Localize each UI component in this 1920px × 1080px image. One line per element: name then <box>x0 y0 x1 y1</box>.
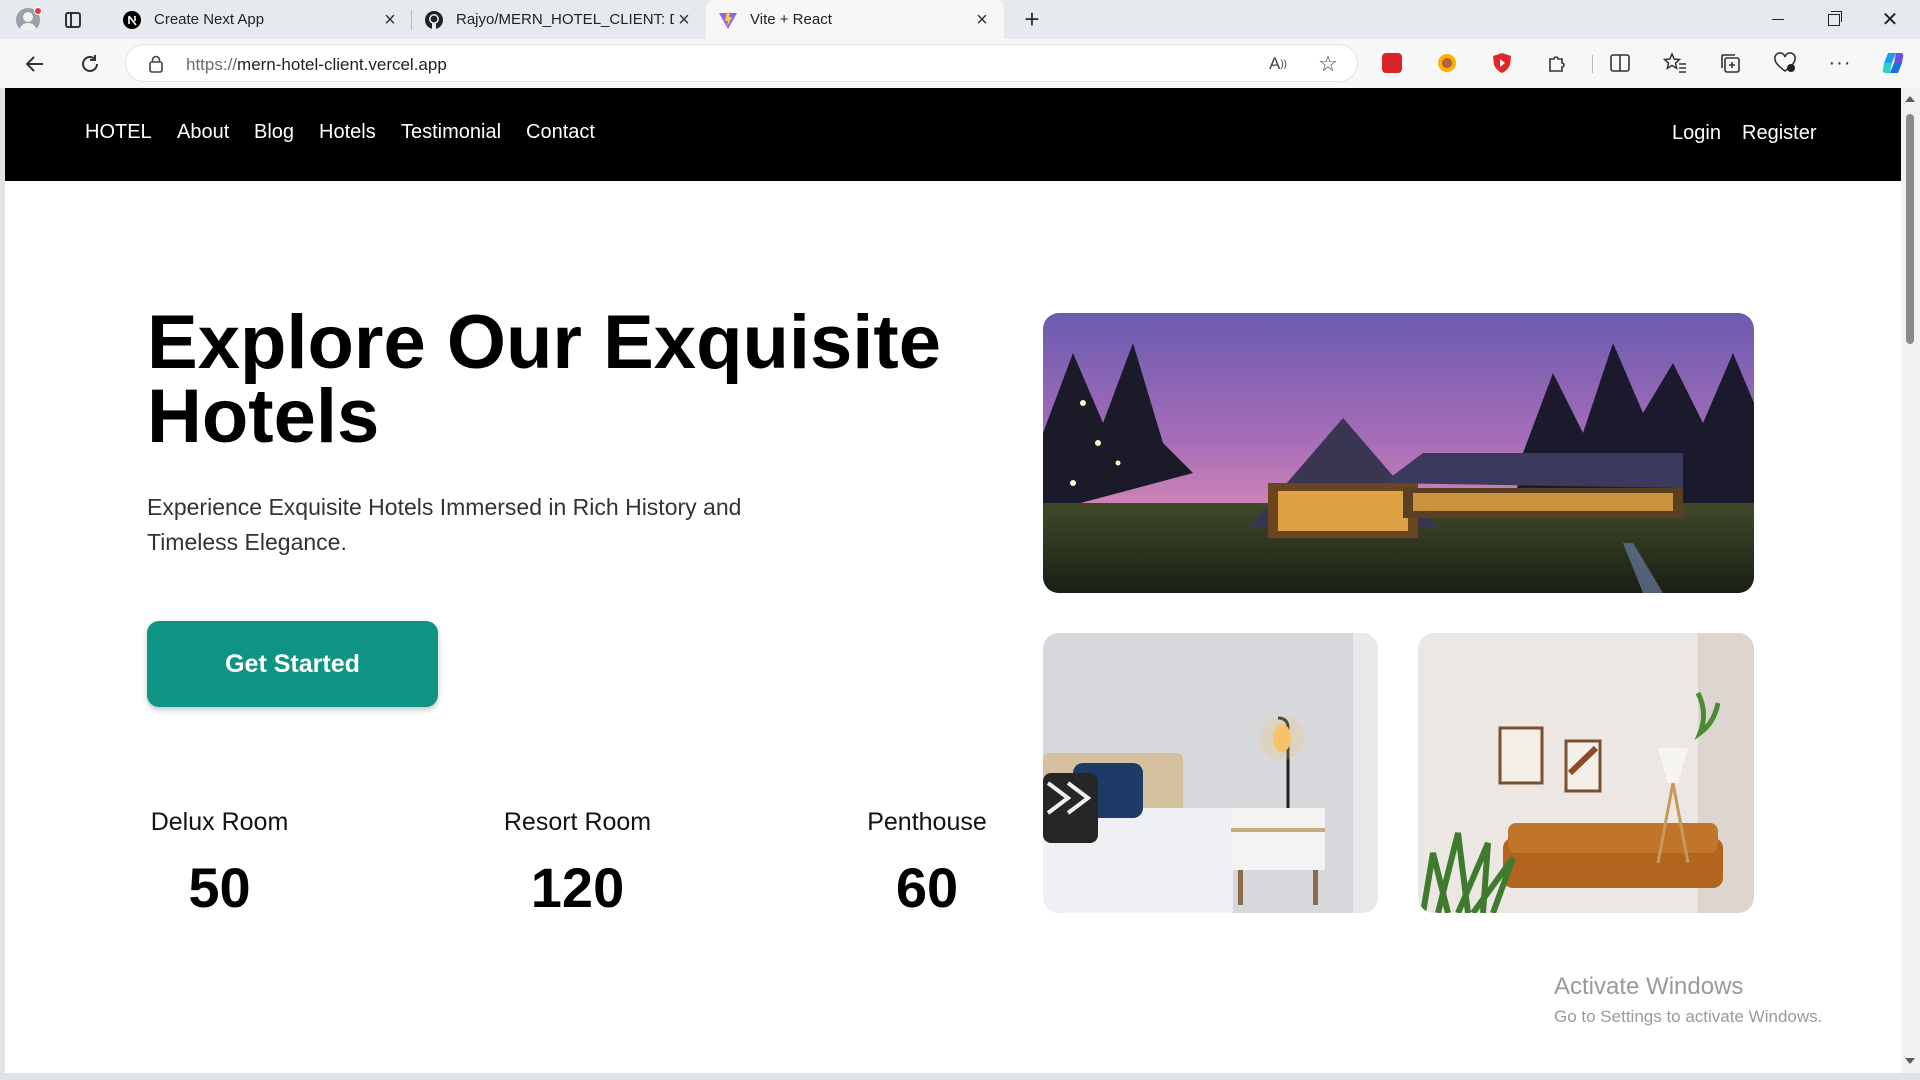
taskbar-edge <box>0 1073 1920 1080</box>
get-started-button[interactable]: Get Started <box>147 621 438 707</box>
scroll-up-arrow-icon[interactable] <box>1905 96 1915 102</box>
tab-close-icon[interactable]: × <box>380 10 400 30</box>
nav-link-hotels[interactable]: Hotels <box>319 121 376 144</box>
reload-icon <box>82 55 98 72</box>
stat-value: 120 <box>530 856 625 919</box>
login-link[interactable]: Login <box>1672 122 1721 145</box>
browser-toolbar: https://mern-hotel-client.vercel.app A))… <box>0 39 1920 88</box>
nav-link-about[interactable]: About <box>177 121 229 144</box>
new-tab-button[interactable]: + <box>1018 6 1046 34</box>
stat-label: Resort Room <box>503 808 652 836</box>
bedroom-image <box>1043 633 1378 913</box>
page-viewport: HOTEL About Blog Hotels Testimonial Cont… <box>5 88 1901 1073</box>
split-screen-icon[interactable] <box>1605 48 1635 78</box>
nav-link-testimonial[interactable]: Testimonial <box>401 121 501 144</box>
tab-actions-icon <box>65 12 81 28</box>
minimize-button[interactable] <box>1750 0 1806 39</box>
copilot-icon[interactable] <box>1878 48 1908 78</box>
back-button[interactable] <box>18 47 52 81</box>
living-room-image <box>1418 633 1754 913</box>
browser-tab-strip: Create Next App × Rajyo/MERN_HOTEL_CLIEN… <box>0 0 1920 39</box>
windows-activation-watermark: Activate Windows Go to Settings to activ… <box>1554 973 1822 1027</box>
collections-icon[interactable] <box>1715 48 1745 78</box>
hotel-exterior-image <box>1043 313 1754 593</box>
url-protocol: https:// <box>186 55 238 74</box>
more-options-icon[interactable]: ··· <box>1825 48 1855 78</box>
stat-value: 50 <box>188 856 251 919</box>
tab-github-repo[interactable]: Rajyo/MERN_HOTEL_CLIENT: Dev × <box>412 0 706 39</box>
extensions-puzzle-icon[interactable] <box>1542 48 1572 78</box>
stat-resort-room: Resort Room 120 <box>500 808 655 920</box>
tab-vite-react[interactable]: Vite + React × <box>706 0 1004 39</box>
nav-brand-link[interactable]: HOTEL <box>85 121 152 144</box>
nextjs-icon <box>122 10 142 30</box>
tab-create-next-app[interactable]: Create Next App × <box>110 0 412 39</box>
hero-subtitle: Experience Exquisite Hotels Immersed in … <box>147 494 742 555</box>
hero-title-line-1: Explore Our Exquisite <box>147 300 941 385</box>
minimize-icon <box>1772 19 1784 20</box>
read-aloud-icon[interactable]: A)) <box>1266 52 1290 76</box>
tab-close-icon[interactable]: × <box>674 10 694 30</box>
tab-close-icon[interactable]: × <box>972 10 992 30</box>
vite-icon <box>718 10 738 30</box>
favorites-icon[interactable] <box>1660 48 1690 78</box>
tab-title: Rajyo/MERN_HOTEL_CLIENT: Dev <box>456 11 674 28</box>
restore-button[interactable] <box>1806 0 1862 39</box>
colorful-extension-icon[interactable] <box>1432 48 1462 78</box>
github-icon <box>424 10 444 30</box>
notification-dot <box>34 7 42 15</box>
watermark-subtitle: Go to Settings to activate Windows. <box>1554 1007 1823 1026</box>
shield-extension-icon[interactable] <box>1487 48 1517 78</box>
scroll-down-arrow-icon[interactable] <box>1905 1058 1915 1064</box>
stat-label: Penthouse <box>867 808 987 836</box>
close-window-button[interactable]: ✕ <box>1862 0 1918 39</box>
lock-icon <box>149 55 163 73</box>
tab-title: Create Next App <box>154 11 265 28</box>
url-text[interactable]: https://mern-hotel-client.vercel.app <box>186 55 447 75</box>
hero-title-line-2: Hotels <box>147 374 380 459</box>
pdf-extension-icon[interactable] <box>1377 48 1407 78</box>
tab-title: Vite + React <box>750 11 832 28</box>
favorite-star-icon[interactable]: ☆ <box>1316 51 1340 76</box>
scrollbar-thumb[interactable] <box>1906 114 1914 344</box>
hero-title: Explore Our Exquisite Hotels <box>147 305 1007 455</box>
watermark-title: Activate Windows <box>1554 973 1744 1000</box>
restore-icon <box>1828 10 1842 26</box>
arrow-left-icon <box>25 56 43 72</box>
stat-value: 60 <box>895 856 959 919</box>
toolbar-separator <box>1592 55 1593 73</box>
close-icon: ✕ <box>1881 9 1899 31</box>
nav-link-contact[interactable]: Contact <box>526 121 595 144</box>
page-scrollbar[interactable] <box>1901 88 1920 1073</box>
browser-essentials-icon[interactable] <box>1770 48 1800 78</box>
reload-button[interactable] <box>73 47 107 81</box>
nav-link-blog[interactable]: Blog <box>254 121 294 144</box>
stat-penthouse: Penthouse 60 <box>862 808 992 920</box>
url-host: mern-hotel-client.vercel.app <box>237 55 447 74</box>
stat-delux-room: Delux Room 50 <box>147 808 292 920</box>
address-bar[interactable]: https://mern-hotel-client.vercel.app A))… <box>125 44 1358 82</box>
register-link[interactable]: Register <box>1742 122 1816 145</box>
profile-avatar-button[interactable] <box>12 5 44 35</box>
stat-label: Delux Room <box>150 808 289 836</box>
tab-actions-button[interactable] <box>62 9 84 31</box>
site-navbar: HOTEL About Blog Hotels Testimonial Cont… <box>5 88 1901 181</box>
